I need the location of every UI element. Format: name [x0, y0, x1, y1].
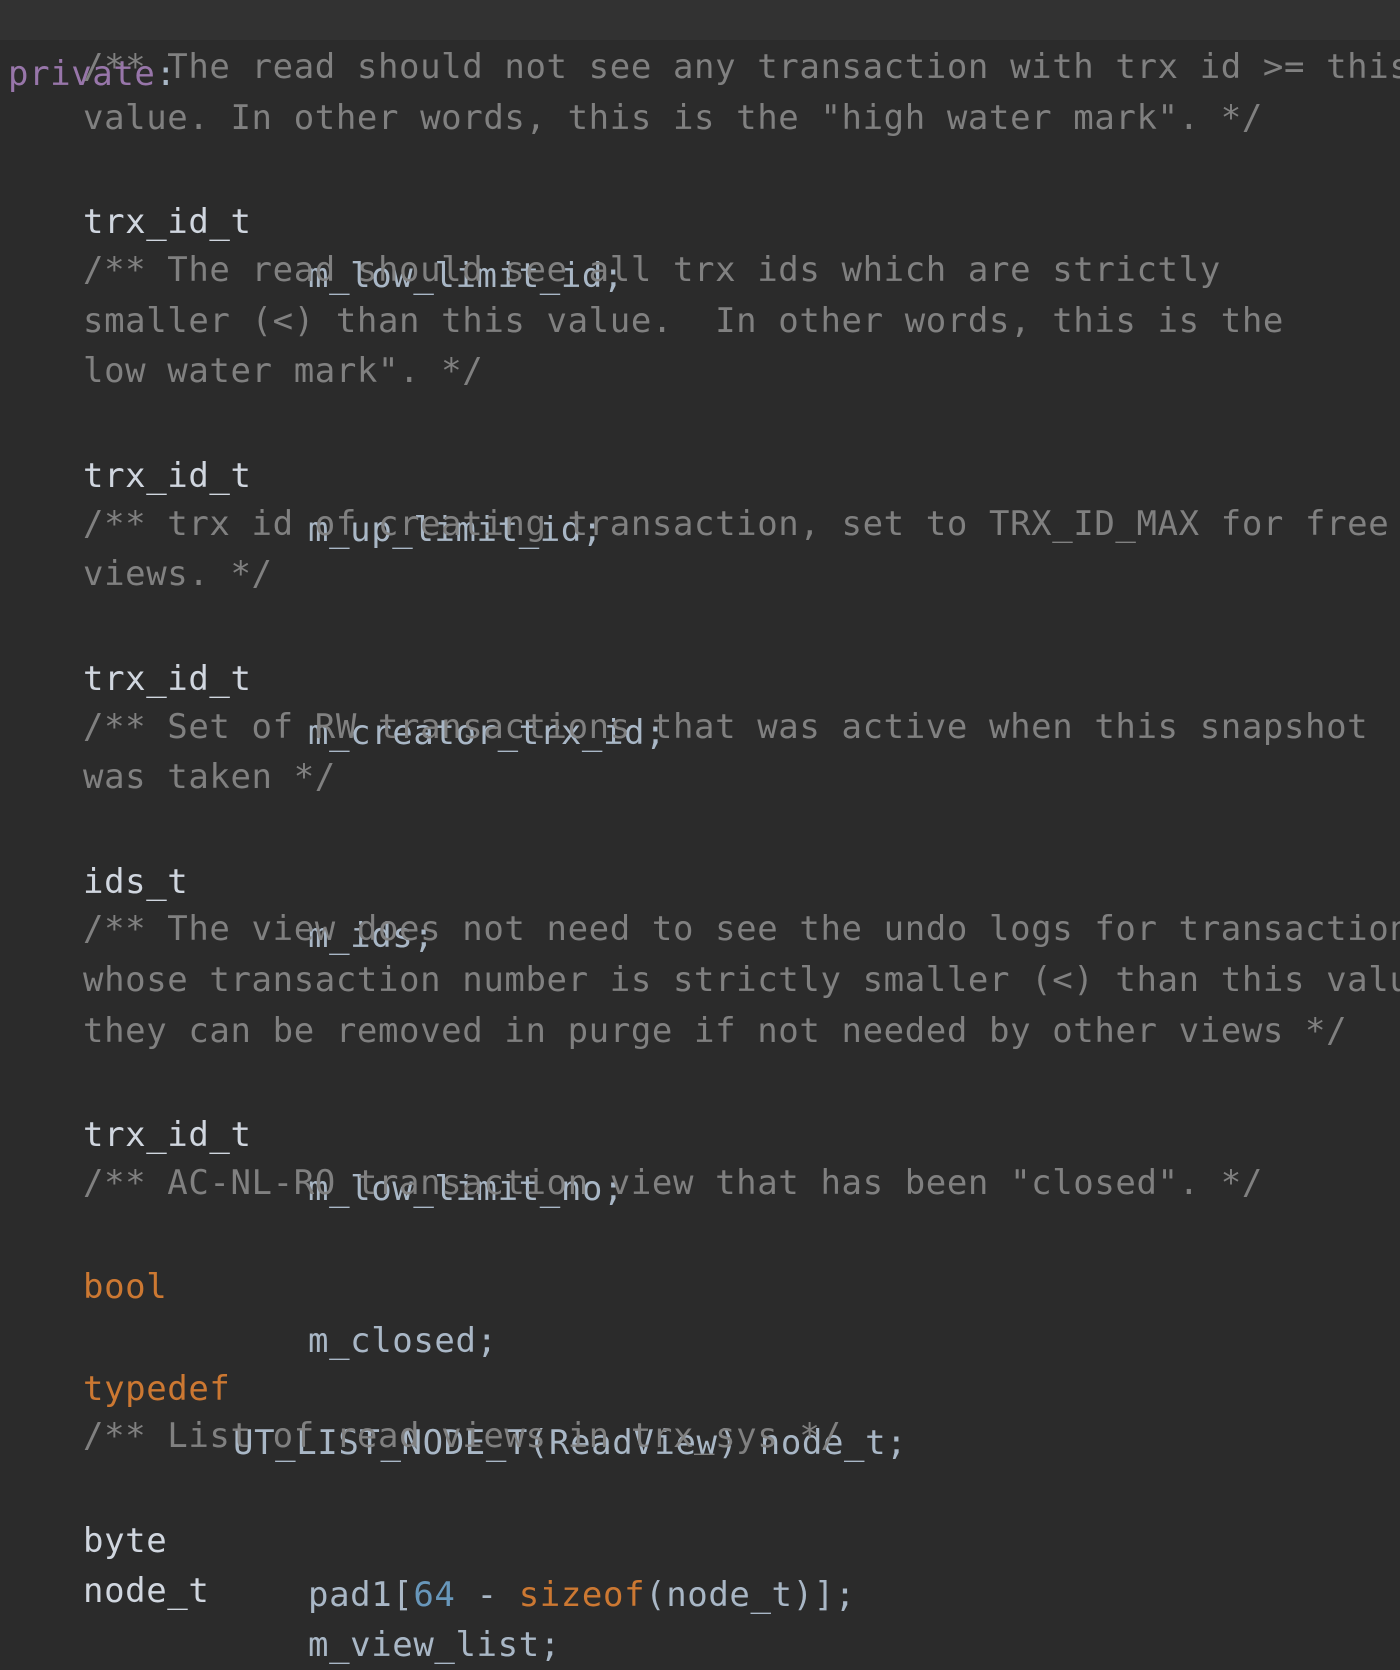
code-line-declaration: node_t m_view_list; [0, 1510, 560, 1665]
type-name: trx_id_t [83, 202, 252, 242]
comment-text: value. In other words, this is the "high… [83, 98, 1263, 138]
type-name: ids_t [83, 862, 189, 902]
code-editor[interactable]: private: /** The read should not see any… [0, 0, 1400, 1670]
comment-text: they can be removed in purge if not need… [83, 1011, 1348, 1051]
code-line-typedef: typedef UT_LIST_NODE_T(ReadView) node_t; [0, 1308, 907, 1463]
member-name: m_view_list; [308, 1625, 561, 1665]
code-line-declaration: trx_id_t m_creator_trx_id; [0, 598, 666, 753]
comment-text: /** AC-NL-RO transaction view that has b… [83, 1163, 1263, 1203]
code-line-declaration: ids_t m_ids; [0, 801, 434, 956]
comment-text: smaller (<) than this value. In other wo… [83, 301, 1284, 341]
comment-text: /** The view does not need to see the un… [83, 909, 1400, 949]
code-line-declaration: trx_id_t m_low_limit_no; [0, 1054, 623, 1209]
current-line-highlight [0, 0, 1400, 40]
number-literal: 64 [413, 1575, 456, 1615]
member-expression: pad1[64 - sizeof(node_t)]; [308, 1568, 856, 1622]
comment-text: was taken */ [83, 757, 336, 797]
member-name: pad1[ [308, 1575, 414, 1615]
code-line-declaration: bool m_closed; [0, 1206, 497, 1361]
type-name: trx_id_t [83, 1115, 252, 1155]
sizeof-keyword: sizeof [518, 1575, 646, 1615]
typedef-keyword: typedef [83, 1369, 231, 1409]
sizeof-argument: (node_t)]; [645, 1575, 856, 1615]
type-name: byte [83, 1521, 168, 1561]
comment-text: low water mark". */ [83, 351, 484, 391]
comment-text: views. */ [83, 554, 273, 594]
code-line-access-specifier: private: [0, 0, 176, 94]
comment-text: /** The read should see all trx ids whic… [83, 250, 1221, 290]
type-name: trx_id_t [83, 456, 252, 496]
code-line-declaration: trx_id_t m_low_limit_id; [0, 141, 623, 296]
type-name: trx_id_t [83, 659, 252, 699]
comment-text: /** List of read views in trx_sys */ [83, 1416, 842, 1456]
comment-text: /** trx id of creating transaction, set … [83, 504, 1390, 544]
member-name: m_closed; [308, 1321, 498, 1361]
type-name: bool [83, 1267, 168, 1307]
code-line-declaration: byte pad1[64 - sizeof(node_t)]; [0, 1460, 855, 1615]
comment-text: /** The read should not see any transact… [83, 47, 1400, 87]
code-line-declaration: trx_id_t m_up_limit_id; [0, 395, 602, 550]
comment-text: whose transaction number is strictly sma… [83, 960, 1400, 1000]
comment-text: /** Set of RW transactions that was acti… [83, 707, 1369, 747]
type-name: node_t [83, 1571, 210, 1611]
operator: - [455, 1575, 519, 1615]
